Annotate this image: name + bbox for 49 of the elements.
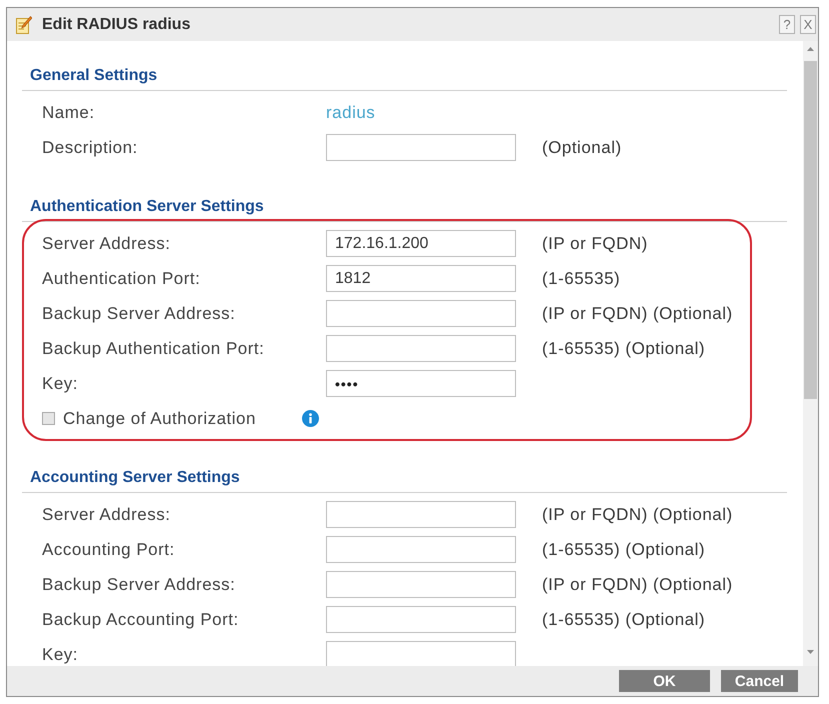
notepad-pencil-icon — [16, 16, 32, 34]
input-field[interactable]: 172.16.1.200 — [326, 230, 516, 257]
input-field[interactable] — [326, 134, 516, 161]
input-field[interactable] — [326, 641, 516, 666]
field-label: Key: — [42, 646, 78, 662]
name-value: radius — [326, 104, 376, 120]
field-label: Backup Authentication Port: — [42, 340, 264, 356]
field-label: Backup Server Address: — [42, 576, 236, 592]
field-label: Authentication Port: — [42, 270, 200, 286]
scrollbar[interactable] — [803, 41, 818, 666]
input-field[interactable] — [326, 300, 516, 327]
input-field[interactable] — [326, 501, 516, 528]
hint-text: (1-65535) (Optional) — [542, 542, 706, 558]
footer-button[interactable]: OK — [619, 670, 710, 692]
hint-text: (IP or FQDN) (Optional) — [542, 306, 733, 322]
password-field[interactable]: •••• — [326, 370, 516, 397]
title-bar-button[interactable]: X — [800, 15, 816, 34]
section-heading: Authentication Server Settings — [30, 197, 264, 217]
field-label: Description: — [42, 140, 138, 156]
input-field[interactable] — [326, 335, 516, 362]
hint-text: (IP or FQDN) (Optional) — [542, 506, 733, 522]
scrollbar-thumb[interactable] — [804, 61, 817, 399]
scroll-up-icon[interactable] — [807, 47, 814, 51]
field-label: Name: — [42, 104, 95, 120]
title-bar-button[interactable]: ? — [779, 15, 795, 34]
section-heading: General Settings — [30, 66, 158, 86]
scroll-down-icon[interactable] — [807, 650, 814, 654]
checkbox[interactable] — [42, 412, 55, 425]
info-icon[interactable] — [302, 410, 319, 427]
hint-text: (IP or FQDN) — [542, 236, 648, 252]
input-field[interactable] — [326, 571, 516, 598]
input-field[interactable]: 1812 — [326, 265, 516, 292]
checkbox-label: Change of Authorization — [63, 410, 256, 426]
field-label: Server Address: — [42, 236, 170, 252]
input-field[interactable] — [326, 606, 516, 633]
hint-text: (1-65535) (Optional) — [542, 612, 706, 628]
window-title: Edit RADIUS radius — [42, 14, 190, 34]
hint-text: (1-65535) (Optional) — [542, 340, 706, 356]
section-heading: Accounting Server Settings — [30, 468, 240, 488]
input-field[interactable] — [326, 536, 516, 563]
field-label: Accounting Port: — [42, 542, 175, 558]
field-label: Backup Server Address: — [42, 306, 236, 322]
field-label: Backup Accounting Port: — [42, 612, 239, 628]
hint-text: (1-65535) — [542, 270, 620, 286]
field-label: Key: — [42, 376, 78, 392]
footer-button[interactable]: Cancel — [721, 670, 798, 692]
hint-text: (IP or FQDN) (Optional) — [542, 576, 733, 592]
hint-text: (Optional) — [542, 140, 622, 156]
field-label: Server Address: — [42, 506, 170, 522]
